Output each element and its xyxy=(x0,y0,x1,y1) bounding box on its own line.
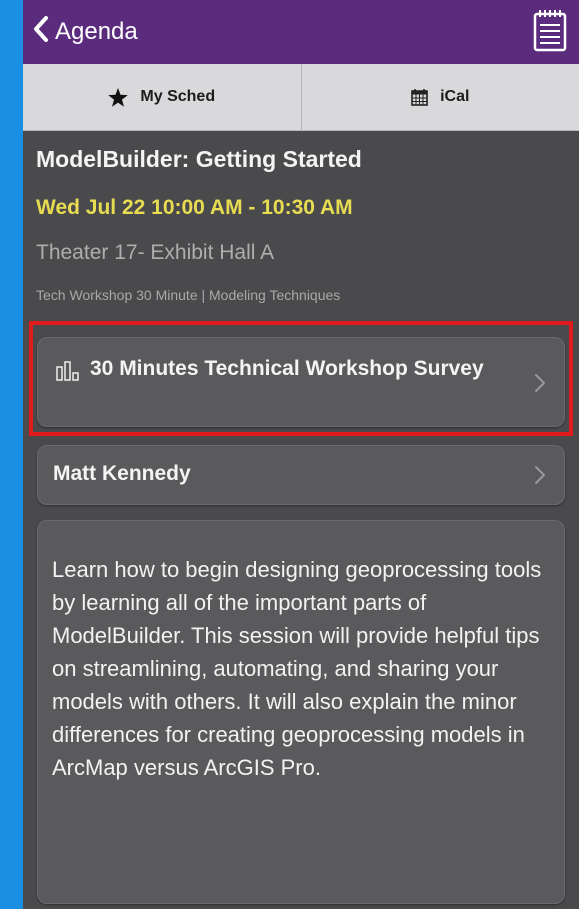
speaker-row[interactable]: Matt Kennedy xyxy=(37,445,565,505)
description-card: Learn how to begin designing geoprocessi… xyxy=(37,520,565,904)
notes-button[interactable] xyxy=(533,8,567,52)
chevron-right-icon xyxy=(534,373,546,393)
desktop-background-strip xyxy=(0,0,23,909)
back-button-label: Agenda xyxy=(55,18,138,45)
survey-row[interactable]: 30 Minutes Technical Workshop Survey xyxy=(37,337,565,427)
chevron-right-icon xyxy=(534,465,546,485)
ical-label: iCal xyxy=(440,88,470,105)
my-sched-label: My Sched xyxy=(140,88,216,105)
session-location: Theater 17- Exhibit Hall A xyxy=(36,241,275,264)
survey-label: 30 Minutes Technical Workshop Survey xyxy=(90,357,484,380)
session-title: ModelBuilder: Getting Started xyxy=(36,146,362,172)
session-toolbar: My Sched iCal xyxy=(23,64,579,131)
speaker-name: Matt Kennedy xyxy=(53,462,191,485)
star-icon xyxy=(108,87,129,107)
ical-button[interactable]: iCal xyxy=(300,64,579,130)
notepad-icon xyxy=(533,10,567,56)
session-datetime: Wed Jul 22 10:00 AM - 10:30 AM xyxy=(36,196,353,219)
session-category: Tech Workshop 30 Minute | Modeling Techn… xyxy=(36,287,341,303)
bar-chart-icon xyxy=(56,361,82,386)
calendar-icon xyxy=(411,88,428,106)
nav-bar: Agenda xyxy=(23,0,579,64)
my-sched-button[interactable]: My Sched xyxy=(23,64,301,130)
session-description: Learn how to begin designing geoprocessi… xyxy=(52,557,542,780)
app-screen: Agenda My Sched iCal ModelBuilder: Getti… xyxy=(23,0,579,909)
back-button[interactable]: Agenda xyxy=(33,12,138,52)
chevron-left-icon xyxy=(33,15,55,49)
